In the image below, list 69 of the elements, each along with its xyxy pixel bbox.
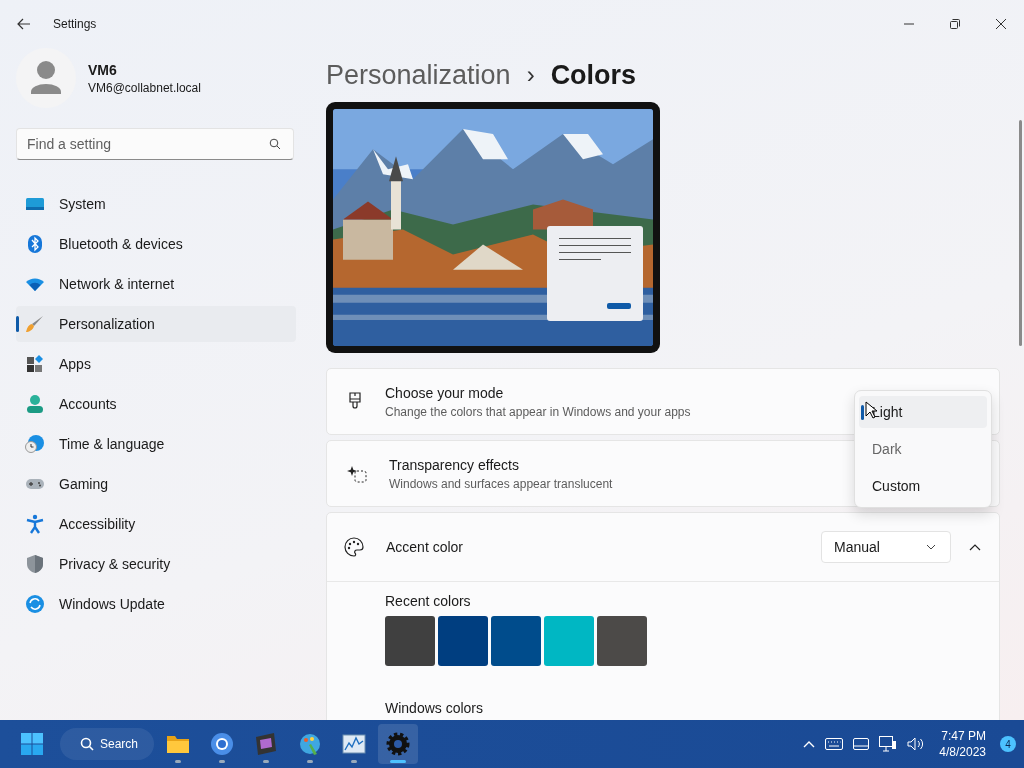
chevron-up-icon[interactable] <box>803 740 816 748</box>
clock-date: 4/8/2023 <box>939 745 986 759</box>
menu-item[interactable]: Custom <box>859 470 987 502</box>
scrollbar[interactable] <box>1019 120 1022 346</box>
search-icon[interactable] <box>269 138 281 150</box>
color-swatch[interactable] <box>544 616 594 666</box>
color-swatch[interactable] <box>385 616 435 666</box>
gear-icon <box>385 731 412 757</box>
color-swatch[interactable] <box>491 616 541 666</box>
palette-icon <box>344 537 364 557</box>
nav-item[interactable]: System <box>16 186 296 222</box>
bluetooth-icon <box>25 234 45 254</box>
section-label: Windows colors <box>385 700 485 716</box>
menu-item[interactable]: Light <box>859 396 987 428</box>
avatar-icon <box>16 48 76 108</box>
taskbar-app[interactable] <box>378 724 419 764</box>
nav-item[interactable]: Privacy & security <box>16 546 296 582</box>
nav-item[interactable]: Time & language <box>16 426 296 462</box>
display-icon[interactable] <box>853 738 870 750</box>
setting-title: Choose your mode <box>385 384 505 401</box>
taskbar-search[interactable]: Search <box>60 728 155 760</box>
network-icon[interactable] <box>879 736 898 752</box>
nav-item[interactable]: Accessibility <box>16 506 296 542</box>
color-swatch[interactable] <box>438 616 488 666</box>
apps-icon <box>25 354 45 374</box>
search-icon <box>80 737 94 751</box>
transparency-icon <box>347 464 367 483</box>
setting-description: Change the colors that appear in Windows and your apps <box>385 404 691 419</box>
accessibility-icon <box>25 514 45 534</box>
close-icon[interactable] <box>995 18 1007 30</box>
nav-item[interactable]: Apps <box>16 346 296 382</box>
brush-icon <box>25 314 45 334</box>
volume-icon[interactable] <box>907 737 926 751</box>
expand-toggle-icon[interactable] <box>969 543 981 551</box>
section-label: Recent colors <box>385 593 472 609</box>
setting-title: Accent color <box>386 539 464 555</box>
nav-item[interactable]: Windows Update <box>16 586 296 622</box>
accent-header[interactable]: Accent color Manual <box>327 513 999 582</box>
clock-time: 7:47 PM <box>941 729 986 743</box>
nav-item[interactable]: Gaming <box>16 466 296 502</box>
breadcrumb-parent[interactable]: Personalization <box>326 59 511 91</box>
back-icon[interactable] <box>17 18 31 30</box>
chart-icon <box>341 731 368 757</box>
user-name: VM6 <box>88 61 118 78</box>
user-email: VM6@collabnet.local <box>88 80 201 95</box>
nav-item[interactable]: Network & internet <box>16 266 296 302</box>
update-icon <box>25 594 45 614</box>
window-title: Settings <box>53 17 97 31</box>
nav-item[interactable]: Bluetooth & devices <box>16 226 296 262</box>
browser-icon <box>209 731 236 757</box>
notification-badge[interactable]: 4 <box>1000 736 1016 752</box>
taskbar-clock[interactable]: 7:47 PM 4/8/2023 <box>939 729 986 759</box>
setting-description: Windows and surfaces appear translucent <box>389 476 613 491</box>
nav-item[interactable]: Accounts <box>16 386 296 422</box>
brush-icon <box>347 391 363 412</box>
keyboard-icon[interactable] <box>825 738 844 750</box>
chevron-down-icon <box>926 544 936 550</box>
search-field[interactable]: Find a setting <box>16 128 294 160</box>
person-icon <box>25 394 45 414</box>
page-title: Colors <box>550 59 637 91</box>
color-swatch[interactable] <box>597 616 647 666</box>
start-icon[interactable] <box>20 732 44 756</box>
restore-icon[interactable] <box>949 18 961 30</box>
clock-icon <box>25 434 45 454</box>
breadcrumb-separator: › <box>526 61 535 89</box>
shield-icon <box>25 554 45 574</box>
setting-title: Transparency effects <box>389 456 520 473</box>
nav-item[interactable]: Personalization <box>16 306 296 342</box>
accent-dropdown[interactable]: Manual <box>821 531 951 563</box>
